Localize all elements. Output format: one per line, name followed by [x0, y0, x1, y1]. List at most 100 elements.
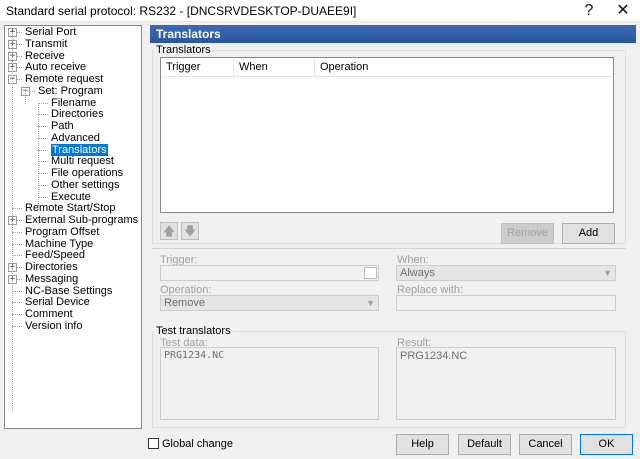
replace-input[interactable]: [396, 295, 616, 311]
tree-item-label: Messaging: [25, 272, 79, 285]
tree-connector: [12, 243, 22, 245]
tree-connector: [38, 114, 48, 116]
tree-item[interactable]: Feed/Speed: [25, 250, 85, 261]
tree-item-label: Transmit: [25, 37, 68, 50]
tree-item[interactable]: Serial Device: [25, 297, 90, 308]
tree-item-label: Program Offset: [25, 225, 100, 238]
tree-item[interactable]: Messaging: [25, 272, 79, 285]
tree-item[interactable]: Program Offset: [25, 225, 100, 238]
tree-item[interactable]: Transmit: [25, 37, 68, 50]
tree-item[interactable]: Other settings: [51, 179, 119, 191]
global-change-checkbox[interactable]: [148, 438, 159, 449]
tree-item-label: Comment: [25, 308, 73, 320]
separator: [152, 248, 626, 249]
tree-item-label: Translators: [51, 143, 108, 156]
tree-item-label: Remote request: [25, 73, 104, 85]
when-value: Always: [400, 267, 435, 279]
move-down-button[interactable]: 🡇: [181, 222, 199, 240]
tree-item-label: Multi request: [51, 155, 114, 168]
tree-item-label: NC-Base Settings: [25, 284, 113, 297]
tree-item[interactable]: Directories: [51, 109, 104, 120]
tree-guide-line: [38, 103, 39, 208]
tree-connector: [38, 196, 48, 198]
tree-connector: [12, 231, 22, 233]
translators-list[interactable]: Trigger When Operation: [160, 57, 614, 213]
result-output: PRG1234.NC: [396, 347, 616, 420]
window-title: Standard serial protocol: RS232 - [DNCSR…: [6, 4, 357, 18]
panel-header: Translators: [150, 25, 636, 43]
add-button[interactable]: Add: [562, 223, 615, 244]
settings-tree[interactable]: Serial Port + Transmit + Receive + Auto receiv…: [4, 25, 142, 429]
tree-item-label: Advanced: [51, 131, 100, 144]
tree-item[interactable]: File operations: [51, 168, 123, 179]
tree-item[interactable]: Execute: [51, 190, 91, 203]
tree-item[interactable]: Receive: [25, 49, 65, 62]
tree-item-label: Serial Device: [25, 296, 90, 309]
operation-select[interactable]: Remove ▼: [160, 295, 379, 311]
help-button[interactable]: Help: [396, 434, 449, 455]
tree-item[interactable]: Comment: [25, 309, 73, 320]
tree-connector: [12, 290, 22, 292]
tree-item[interactable]: Advanced: [51, 131, 100, 144]
arrow-up-icon: 🡅: [162, 224, 176, 238]
note-icon[interactable]: [364, 267, 377, 279]
tree-connector: [12, 208, 22, 210]
tree-item-label: External Sub-programs: [25, 214, 139, 226]
test-data-input[interactable]: PRG1234.NC: [160, 347, 379, 420]
column-header-operation[interactable]: Operation: [315, 58, 613, 77]
tree-item-label: Feed/Speed: [25, 249, 85, 262]
when-select[interactable]: Always ▼: [396, 265, 616, 281]
column-header-trigger[interactable]: Trigger: [161, 58, 234, 77]
tree-item-label: Serial Port: [25, 26, 77, 38]
tree-item[interactable]: Path: [51, 121, 74, 132]
remove-button[interactable]: Remove: [501, 223, 554, 244]
tree-item-label: Filename: [51, 96, 97, 109]
tree-item-label: Path: [51, 120, 74, 132]
close-icon[interactable]: ✕: [608, 0, 638, 22]
tree-item-label: Execute: [51, 190, 91, 203]
tree-connector: [38, 184, 48, 186]
title-bar: Standard serial protocol: RS232 - [DNCSR…: [0, 0, 640, 22]
tree-item[interactable]: Multi request: [51, 156, 114, 167]
tree-item-label: Machine Type: [25, 237, 94, 250]
default-button[interactable]: Default: [458, 434, 511, 455]
cancel-button[interactable]: Cancel: [519, 434, 572, 455]
tree-item-label: Version info: [25, 319, 83, 332]
tree-connector: [12, 325, 22, 327]
tree-item-label: File operations: [51, 167, 124, 179]
tree-guide-line: [25, 91, 26, 104]
tree-item[interactable]: NC-Base Settings: [25, 284, 113, 297]
global-change-label[interactable]: Global change: [162, 438, 233, 450]
tree-item-label: Directories: [51, 108, 104, 121]
tree-item-label: Receive: [25, 49, 65, 62]
tree-item[interactable]: Translators: [51, 143, 108, 156]
chevron-down-icon: ▼: [603, 268, 612, 278]
help-icon[interactable]: ?: [574, 0, 604, 22]
tree-item-label: Directories: [25, 261, 78, 273]
tree-item[interactable]: Serial Port: [25, 27, 76, 38]
tree-item[interactable]: Version info: [25, 319, 83, 332]
tree-item[interactable]: Remote request: [25, 74, 103, 85]
tree-connector: [12, 302, 22, 304]
tree-connector: [38, 137, 48, 139]
tree-connector: [38, 173, 48, 174]
operation-value: Remove: [164, 297, 205, 309]
tree-item[interactable]: External Sub-programs: [25, 215, 138, 226]
tree-item[interactable]: Directories: [25, 262, 78, 273]
tree-connector: [38, 102, 48, 104]
tree-item[interactable]: Filename: [51, 96, 97, 109]
trigger-input[interactable]: [160, 265, 379, 281]
arrow-down-icon: 🡇: [183, 224, 197, 238]
tree-item[interactable]: Set: Program: [38, 84, 103, 97]
tree-connector: [38, 161, 48, 163]
tree-connector: [12, 255, 22, 257]
tree-item[interactable]: Machine Type: [25, 237, 94, 250]
tree-item[interactable]: Auto receive: [25, 62, 86, 73]
column-header-when[interactable]: When: [234, 58, 315, 77]
move-up-button[interactable]: 🡅: [160, 222, 178, 240]
tree-item-label: Set: Program: [38, 84, 103, 97]
tree-item-label: Auto receive: [25, 61, 87, 74]
tree-connector: [12, 314, 22, 315]
ok-button[interactable]: OK: [580, 434, 633, 455]
translators-group-label: Translators: [154, 44, 213, 56]
